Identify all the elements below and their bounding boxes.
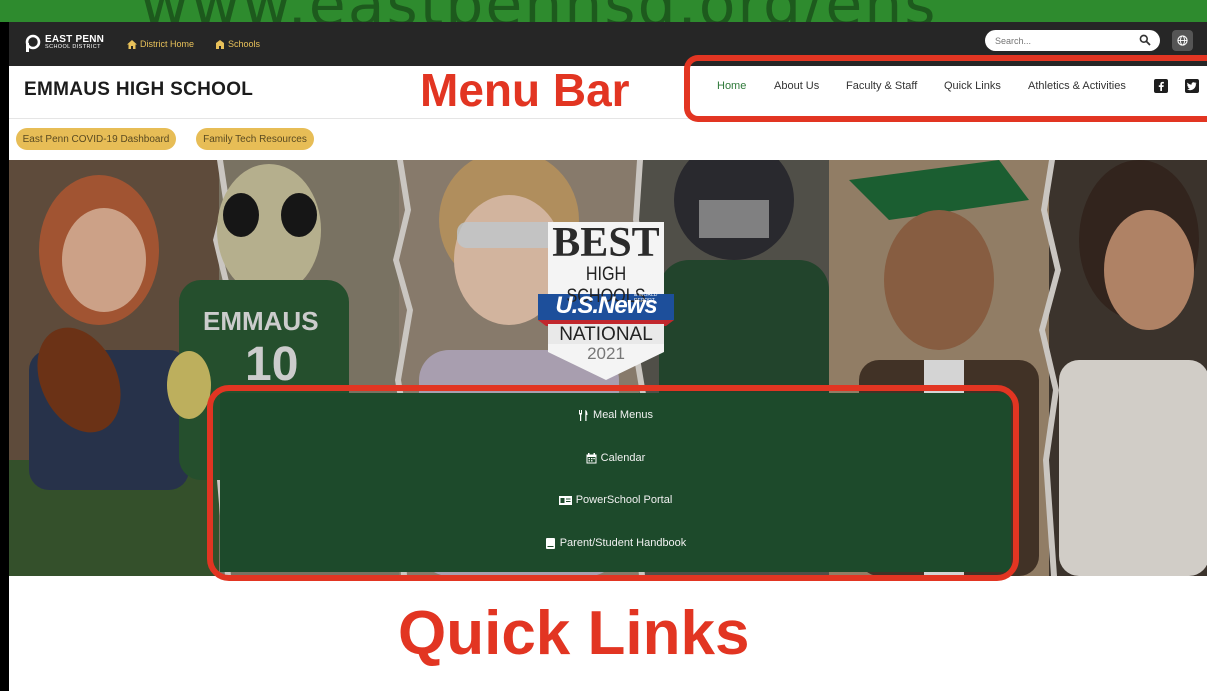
district-logo[interactable]: EAST PENN SCHOOL DISTRICT (25, 34, 104, 52)
home-icon (127, 39, 137, 49)
schools-link[interactable]: Schools (215, 39, 260, 49)
school-icon (216, 39, 224, 49)
left-border (0, 22, 9, 691)
search-icon[interactable] (1139, 34, 1151, 46)
covid-dashboard-button[interactable]: East Penn COVID-19 Dashboard (16, 128, 176, 150)
quick-links-annotation-label: Quick Links (398, 599, 750, 668)
district-logo-icon (25, 34, 41, 52)
district-home-link[interactable]: District Home (127, 39, 194, 49)
menu-bar-annotation-box (684, 55, 1207, 122)
school-title[interactable]: EMMAUS HIGH SCHOOL (24, 79, 253, 101)
badge-year: 2021 (587, 344, 625, 363)
quick-links-annotation-box (207, 385, 1019, 581)
globe-icon (1177, 35, 1188, 46)
us-news-badge: BEST HIGH SCHOOLS U.S.News & WORLD REPOR… (538, 222, 674, 380)
family-tech-resources-button[interactable]: Family Tech Resources (196, 128, 314, 150)
translate-globe-button[interactable] (1172, 30, 1193, 51)
schools-label: Schools (228, 39, 261, 49)
search-box (985, 30, 1160, 51)
badge-best: BEST (552, 220, 660, 266)
url-banner-text: www.eastpennsd.org/ehs (140, 0, 938, 22)
url-banner: www.eastpennsd.org/ehs (0, 0, 1207, 22)
badge-world-report: & WORLD REPORT (634, 292, 658, 304)
district-home-label: District Home (140, 39, 195, 49)
search-input[interactable] (995, 35, 1135, 46)
logo-line2: SCHOOL DISTRICT (45, 44, 101, 51)
menu-bar-annotation-label: Menu Bar (420, 64, 630, 116)
badge-national: NATIONAL (559, 324, 653, 345)
